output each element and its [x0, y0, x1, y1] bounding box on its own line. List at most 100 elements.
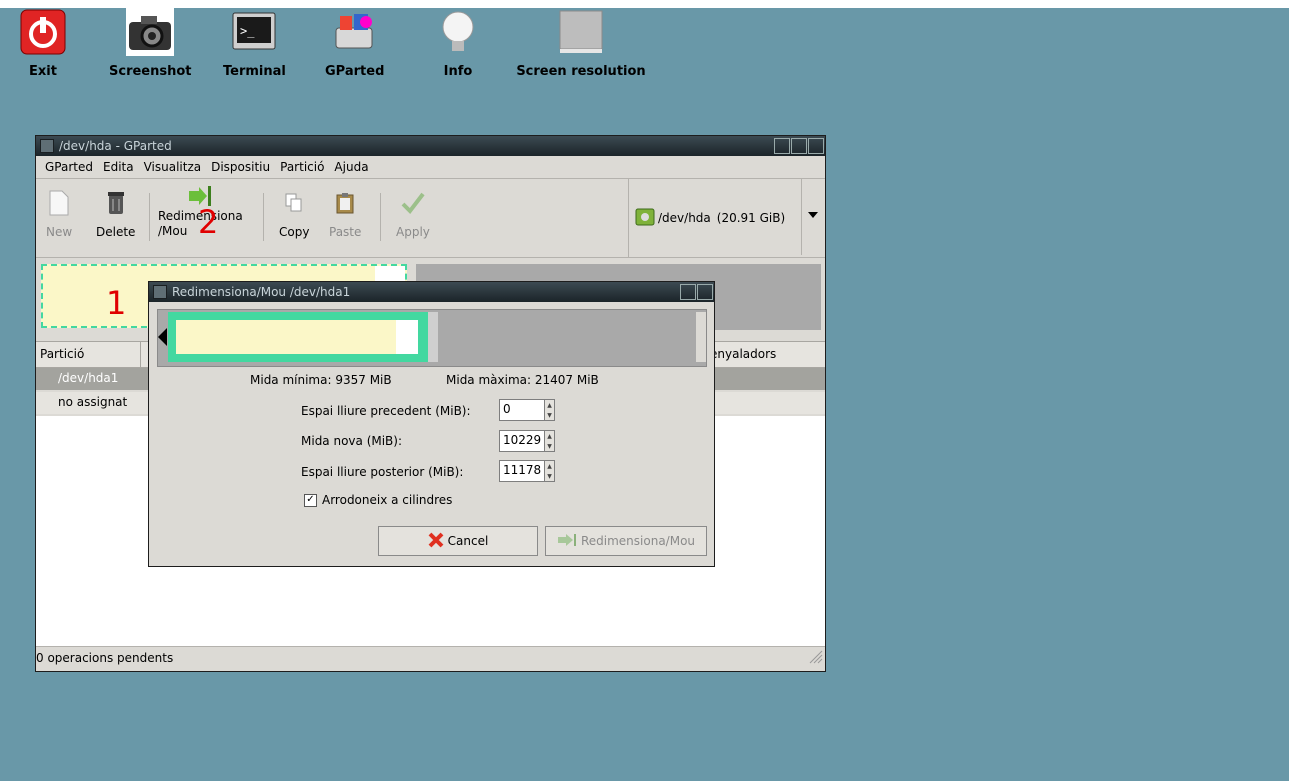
- column-particio[interactable]: Partició: [40, 347, 84, 361]
- gparted-icon: [331, 8, 379, 56]
- menu-dispositiu[interactable]: Dispositiu: [211, 160, 270, 174]
- paste-button[interactable]: Paste: [329, 189, 361, 239]
- copy-button[interactable]: Copy: [279, 189, 309, 239]
- desktop-info[interactable]: Info: [434, 8, 482, 79]
- statusbar: 0 operacions pendents: [36, 646, 825, 669]
- checkbox-checked-icon: ✓: [304, 493, 317, 507]
- power-icon: [19, 8, 67, 56]
- free-after-spinner[interactable]: 11178 ▲ ▼: [499, 460, 555, 482]
- dialog-menu-icon[interactable]: [153, 285, 167, 299]
- resize-partition-bar[interactable]: [168, 312, 428, 362]
- resize-handle-left[interactable]: [158, 328, 167, 346]
- desktop-screenshot[interactable]: Screenshot: [109, 8, 192, 79]
- cancel-x-icon: [428, 532, 444, 551]
- new-size-input[interactable]: 10229: [499, 430, 545, 452]
- svg-text:>_: >_: [240, 24, 255, 38]
- menu-edita[interactable]: Edita: [103, 160, 134, 174]
- spin-up-icon[interactable]: ▲: [545, 400, 554, 410]
- row-partition: /dev/hda1: [58, 371, 119, 385]
- column-senyaladors[interactable]: enyaladors: [710, 347, 776, 361]
- lightbulb-icon: [434, 8, 482, 56]
- free-before-label: Espai lliure precedent (MiB):: [301, 404, 471, 418]
- device-selector[interactable]: /dev/hda (20.91 GiB): [628, 179, 826, 257]
- device-size: (20.91 GiB): [716, 211, 786, 225]
- new-size-label: Mida nova (MiB):: [301, 434, 403, 448]
- resize-move-confirm-button[interactable]: Redimensiona/Mou: [545, 526, 707, 556]
- dialog-title: Redimensiona/Mou /dev/hda1: [172, 285, 351, 299]
- desktop-gparted-label: GParted: [325, 64, 385, 79]
- resize-label-line2: /Mou: [158, 224, 188, 238]
- resize-move-label: Redimensiona/Mou: [580, 534, 696, 548]
- annotation-marker-2: 2: [198, 203, 219, 241]
- terminal-icon: >_: [230, 8, 278, 56]
- round-cylinders-label: Arrodoneix a cilindres: [322, 493, 453, 507]
- spin-up-icon[interactable]: ▲: [545, 461, 554, 471]
- toolbar-separator: [380, 193, 381, 241]
- status-text: 0 operacions pendents: [36, 651, 174, 665]
- camera-icon: [126, 8, 175, 56]
- new-label: New: [46, 225, 73, 239]
- device-name: /dev/hda: [658, 211, 711, 225]
- row-partition: no assignat: [58, 395, 128, 409]
- spin-up-icon[interactable]: ▲: [545, 431, 554, 441]
- resize-grip-icon[interactable]: [809, 650, 823, 667]
- checkmark-icon: [401, 189, 425, 217]
- window-menu-icon[interactable]: [40, 139, 54, 153]
- dialog-titlebar[interactable]: Redimensiona/Mou /dev/hda1: [149, 282, 714, 302]
- hard-disk-icon: [635, 208, 655, 229]
- free-after-input[interactable]: 11178: [499, 460, 545, 482]
- desktop-screenshot-label: Screenshot: [109, 64, 192, 79]
- clipboard-icon: [336, 189, 354, 217]
- delete-button[interactable]: Delete: [96, 189, 135, 239]
- desktop-exit-label: Exit: [29, 64, 57, 79]
- desktop-exit[interactable]: Exit: [19, 8, 67, 79]
- window-title: /dev/hda - GParted: [59, 139, 172, 153]
- window-titlebar[interactable]: /dev/hda - GParted: [36, 136, 825, 156]
- spin-down-icon[interactable]: ▼: [545, 441, 554, 451]
- round-cylinders-checkbox[interactable]: ✓ Arrodoneix a cilindres: [304, 493, 452, 507]
- delete-label: Delete: [96, 225, 136, 239]
- paste-label: Paste: [329, 225, 362, 239]
- dropdown-separator: [801, 179, 802, 255]
- free-before-input[interactable]: 0: [499, 399, 545, 421]
- menu-gparted[interactable]: GParted: [45, 160, 93, 174]
- apply-button[interactable]: Apply: [396, 189, 430, 239]
- free-before-spinner[interactable]: 0 ▲ ▼: [499, 399, 555, 421]
- menubar: GParted Edita Visualitza Dispositiu Part…: [36, 156, 825, 179]
- menu-visualitza[interactable]: Visualitza: [144, 160, 202, 174]
- desktop-terminal-label: Terminal: [223, 64, 286, 79]
- copy-icon: [285, 189, 303, 217]
- dialog-close-icon[interactable]: [697, 284, 713, 300]
- resize-move-dialog: Redimensiona/Mou /dev/hda1 Mida mínima: …: [148, 281, 715, 567]
- cancel-label: Cancel: [447, 534, 489, 548]
- spin-down-icon[interactable]: ▼: [545, 471, 554, 481]
- desktop-gparted[interactable]: GParted: [325, 8, 384, 79]
- max-size-text: Mida màxima: 21407 MiB: [446, 373, 599, 387]
- desktop-terminal[interactable]: >_ Terminal: [223, 8, 286, 79]
- new-size-spinner[interactable]: 10229 ▲ ▼: [499, 430, 555, 452]
- close-icon[interactable]: [808, 138, 824, 154]
- desktop-info-label: Info: [443, 64, 473, 79]
- copy-label: Copy: [279, 225, 310, 239]
- spin-down-icon[interactable]: ▼: [545, 410, 554, 420]
- dialog-minimize-icon[interactable]: [680, 284, 696, 300]
- min-size-text: Mida mínima: 9357 MiB: [250, 373, 392, 387]
- desktop-screen-resolution-label: Screen resolution: [516, 64, 646, 79]
- apply-label: Apply: [396, 225, 430, 239]
- maximize-icon[interactable]: [791, 138, 807, 154]
- toolbar-separator: [149, 193, 150, 241]
- minimize-icon[interactable]: [774, 138, 790, 154]
- toolbar-separator: [263, 193, 264, 241]
- new-button[interactable]: New: [46, 189, 72, 239]
- menu-particio[interactable]: Partició: [280, 160, 324, 174]
- cancel-button[interactable]: Cancel: [378, 526, 538, 556]
- menu-ajuda[interactable]: Ajuda: [334, 160, 368, 174]
- top-strip: [0, 0, 1289, 8]
- trash-icon: [107, 189, 125, 217]
- resize-visual: [157, 309, 707, 367]
- chevron-down-icon[interactable]: [807, 209, 819, 224]
- desktop-screen-resolution[interactable]: Screen resolution: [516, 8, 646, 79]
- monitor-icon: [516, 8, 646, 56]
- new-document-icon: [49, 189, 69, 217]
- free-after-label: Espai lliure posterior (MiB):: [301, 465, 464, 479]
